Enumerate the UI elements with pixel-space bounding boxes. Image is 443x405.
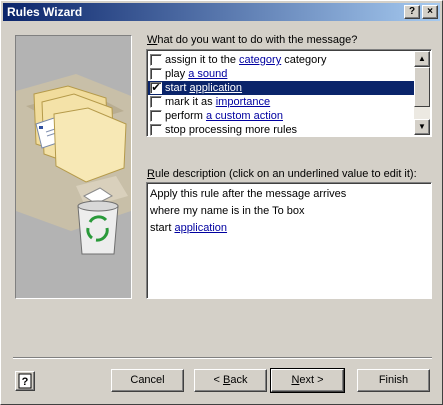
action-list-item[interactable]: ✔ start application bbox=[148, 81, 414, 95]
rules-wizard-window: Rules Wizard ? × What do you want to do … bbox=[0, 0, 443, 405]
window-title: Rules Wizard bbox=[7, 5, 83, 19]
action-list-item[interactable]: play a sound bbox=[148, 67, 414, 81]
action-list-item[interactable]: mark it as importance bbox=[148, 95, 414, 109]
action-checkbox[interactable] bbox=[150, 54, 162, 66]
action-list-item[interactable]: stop processing more rules bbox=[148, 123, 414, 136]
action-label: assign it to the category category bbox=[165, 54, 327, 66]
finish-button[interactable]: Finish bbox=[357, 369, 430, 392]
actions-prompt-label: What do you want to do with the message? bbox=[147, 34, 358, 46]
action-value-link[interactable]: application bbox=[189, 82, 242, 94]
back-button[interactable]: < Back bbox=[194, 369, 267, 392]
action-label: start application bbox=[165, 82, 243, 94]
action-label: mark it as importance bbox=[165, 96, 271, 108]
action-checkbox[interactable]: ✔ bbox=[150, 82, 162, 94]
scroll-down-button[interactable]: ▼ bbox=[414, 119, 430, 135]
action-checkbox[interactable] bbox=[150, 110, 162, 122]
action-label: perform a custom action bbox=[165, 110, 284, 122]
actions-listbox[interactable]: assign it to the category category play a… bbox=[146, 49, 432, 137]
action-checkbox[interactable] bbox=[150, 68, 162, 80]
scroll-up-button[interactable]: ▲ bbox=[414, 51, 430, 67]
action-value-link[interactable]: importance bbox=[216, 96, 270, 108]
action-list-item[interactable]: perform a custom action bbox=[148, 109, 414, 123]
help-icon: ? bbox=[18, 373, 32, 389]
actions-list: assign it to the category category play a… bbox=[148, 53, 414, 136]
action-label: play a sound bbox=[165, 68, 228, 80]
title-help-button[interactable]: ? bbox=[404, 5, 420, 19]
button-separator bbox=[13, 357, 432, 359]
cancel-button[interactable]: Cancel bbox=[111, 369, 184, 392]
folders-and-recycle-bin-illustration bbox=[16, 74, 131, 255]
title-close-button[interactable]: × bbox=[422, 5, 438, 19]
title-bar: Rules Wizard ? × bbox=[3, 3, 440, 21]
action-list-item[interactable]: assign it to the category category bbox=[148, 53, 414, 67]
action-value-link[interactable]: a sound bbox=[188, 68, 227, 80]
help-button[interactable]: ? bbox=[15, 371, 35, 391]
action-value-link[interactable]: category bbox=[239, 54, 281, 66]
description-line: start application bbox=[150, 222, 228, 234]
description-line: where my name is in the To box bbox=[150, 205, 305, 217]
scroll-thumb[interactable] bbox=[414, 67, 430, 107]
action-checkbox[interactable] bbox=[150, 124, 162, 136]
rule-description-label: Rule description (click on an underlined… bbox=[147, 168, 417, 180]
action-value-link[interactable]: a custom action bbox=[206, 110, 283, 122]
svg-text:?: ? bbox=[22, 376, 29, 388]
next-button[interactable]: Next > bbox=[270, 368, 345, 393]
application-link[interactable]: application bbox=[174, 222, 227, 234]
action-label: stop processing more rules bbox=[165, 124, 298, 136]
action-checkbox[interactable] bbox=[150, 96, 162, 108]
wizard-illustration bbox=[15, 35, 132, 299]
actions-scrollbar[interactable]: ▲ ▼ bbox=[414, 51, 430, 135]
description-line: Apply this rule after the message arrive… bbox=[150, 188, 347, 200]
rule-description-box: Apply this rule after the message arrive… bbox=[146, 182, 432, 299]
